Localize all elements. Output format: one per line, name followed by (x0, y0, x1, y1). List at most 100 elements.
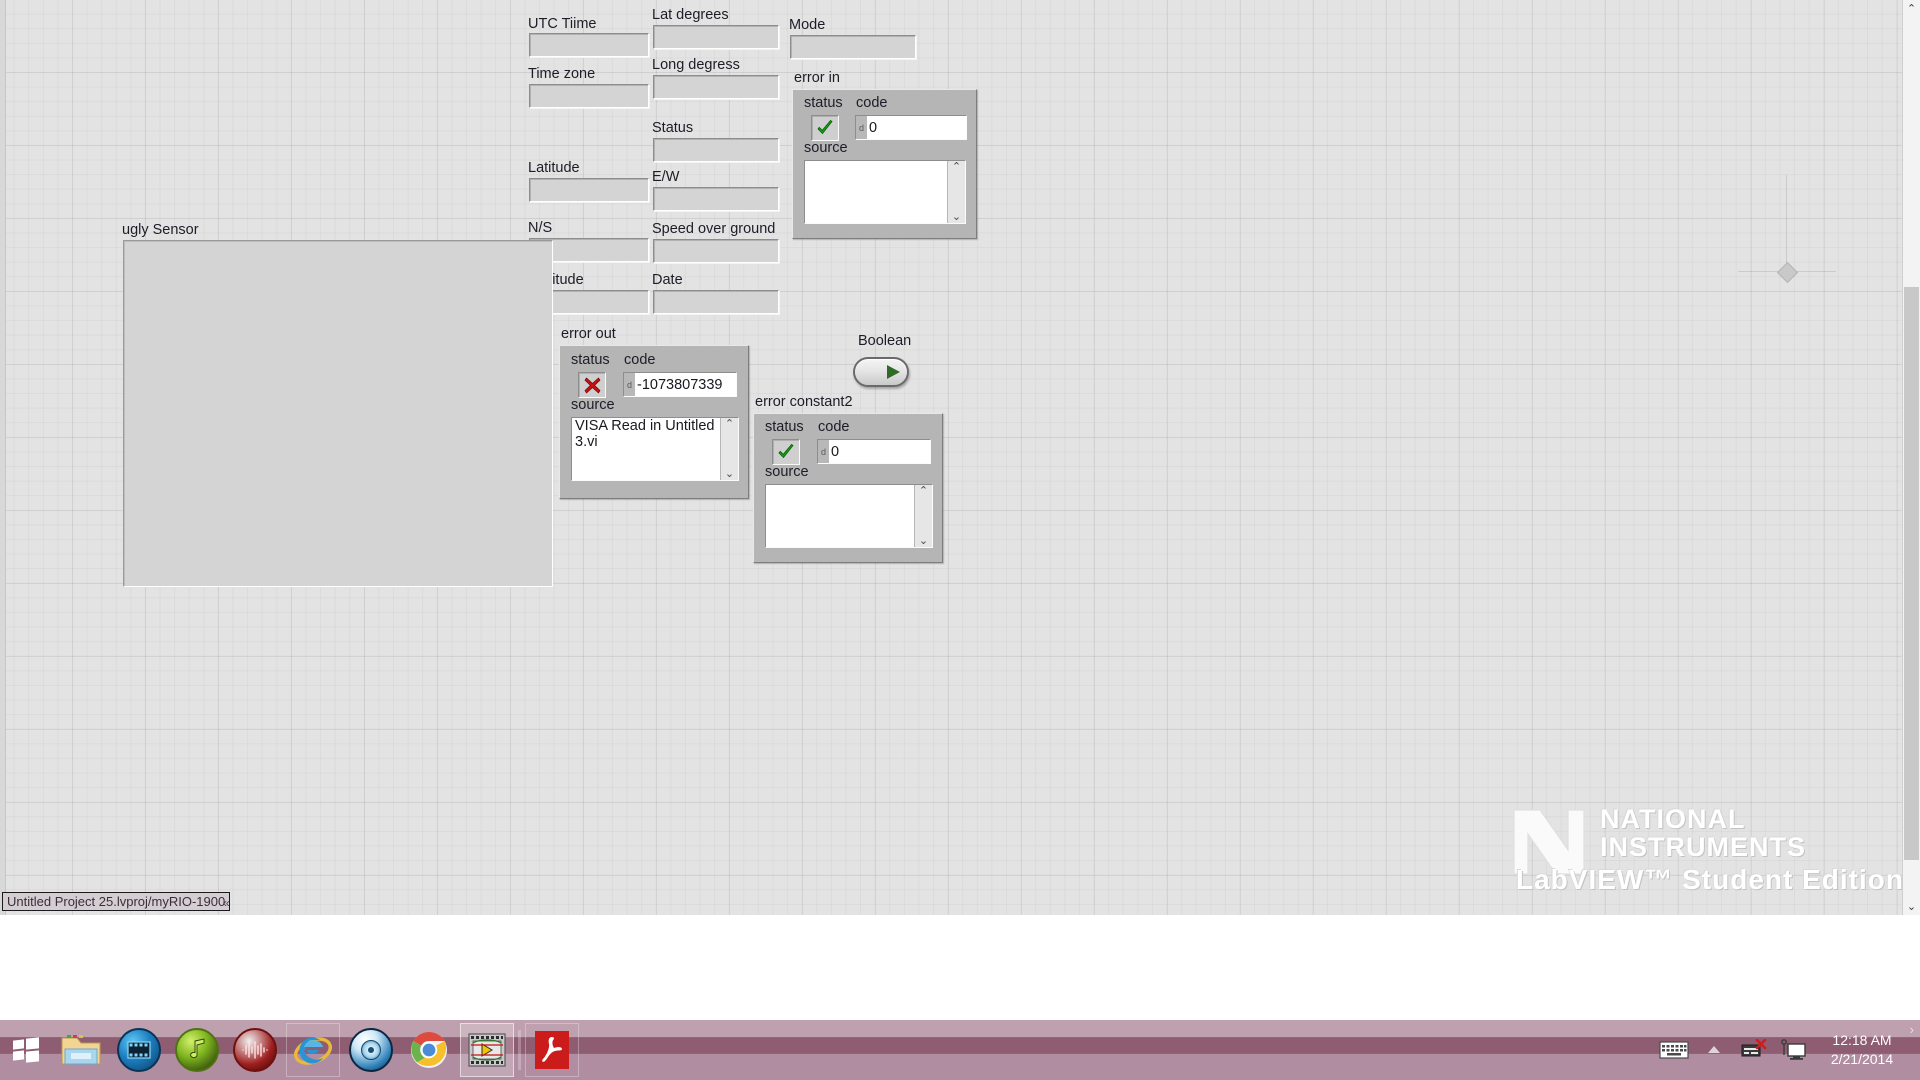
error-in-title: error in (794, 70, 840, 86)
taskbar-item-audio-editor[interactable] (228, 1023, 282, 1077)
error-constant2-source-field[interactable]: ⌃ ⌄ (765, 484, 933, 548)
acrobat-icon (535, 1031, 569, 1069)
label-utc-time: UTC Tiime (528, 16, 597, 32)
red-x-icon (584, 376, 600, 394)
label-long-degress: Long degress (652, 57, 740, 73)
labview-icon (468, 1033, 506, 1067)
labview-front-panel[interactable]: UTC Tiime Time zone Latitude N/S Logitud… (0, 0, 1920, 915)
label-ew: E/W (652, 169, 680, 185)
windows-logo-icon (13, 1037, 39, 1063)
error-constant2-cluster[interactable]: error constant2 status code d 0 source ⌃… (753, 394, 943, 563)
error-constant2-code-value: 0 (831, 443, 840, 460)
error-out-source-field[interactable]: VISA Read in Untitled 3.vi ⌃ ⌄ (571, 417, 739, 481)
taskbar-clock[interactable]: 12:18 AM 2/21/2014 (1814, 1031, 1914, 1069)
error-out-radix: d (624, 373, 635, 396)
error-out-source-label: source (571, 397, 615, 413)
error-in-source-scrollbar[interactable]: ⌃ ⌄ (947, 161, 965, 223)
taskbar-item-google-chrome[interactable] (402, 1023, 456, 1077)
error-in-source-label: source (804, 140, 848, 156)
system-tray[interactable]: › 12:18 AM 2/21/2014 (1654, 1020, 1920, 1080)
label-ugly-sensor: ugly Sensor (122, 222, 199, 238)
indicator-speed-over-ground[interactable] (653, 239, 779, 263)
error-in-status-label: status (804, 95, 843, 111)
error-in-radix: d (856, 116, 867, 139)
indicator-long-degress[interactable] (653, 75, 779, 99)
error-constant2-source-scrollbar[interactable]: ⌃ ⌄ (914, 485, 932, 547)
network-disconnected-icon[interactable] (1739, 1035, 1769, 1065)
indicator-latitude[interactable] (529, 178, 649, 202)
indicator-date[interactable] (653, 290, 779, 314)
label-status: Status (652, 120, 694, 136)
error-out-title: error out (561, 326, 616, 342)
error-out-source-value: VISA Read in Untitled 3.vi (575, 418, 715, 450)
boolean-switch[interactable] (853, 357, 909, 387)
indicator-ugly-sensor[interactable] (123, 240, 553, 587)
clock-time: 12:18 AM (1832, 1032, 1892, 1048)
error-in-cluster[interactable]: error in status code d 0 source ⌃ ⌄ (792, 70, 977, 239)
indicator-utc-time[interactable] (529, 33, 649, 57)
music-note-icon (175, 1028, 219, 1072)
panel-vertical-scrollbar[interactable]: ⌃ ⌄ (1902, 0, 1920, 915)
error-constant2-status-indicator[interactable] (772, 439, 800, 465)
label-ns: N/S (528, 220, 553, 236)
scrollbar-thumb[interactable] (1904, 287, 1919, 860)
error-out-status-indicator[interactable] (578, 372, 606, 398)
error-out-code-value: -1073807339 (637, 376, 723, 393)
taskbar-item-adobe-acrobat[interactable] (525, 1023, 579, 1077)
touch-keyboard-icon[interactable] (1659, 1035, 1689, 1065)
taskbar-item-music-player[interactable] (170, 1023, 224, 1077)
taskbar-item-media-player[interactable] (112, 1023, 166, 1077)
error-out-code-label: code (624, 352, 656, 368)
start-button[interactable] (0, 1020, 52, 1080)
status-bar-resize-grip[interactable]: « (223, 894, 230, 911)
film-reel-icon (117, 1028, 161, 1072)
error-constant2-code-label: code (818, 419, 850, 435)
scroll-down-icon[interactable]: ⌄ (952, 212, 961, 223)
error-out-status-label: status (571, 352, 610, 368)
scrollbar-up-arrow[interactable]: ⌃ (1903, 0, 1920, 17)
chrome-icon (411, 1032, 447, 1068)
error-constant2-source-value (766, 485, 914, 547)
label-speed-over-ground: Speed over ground (652, 221, 776, 237)
taskbar-item-internet-explorer[interactable] (286, 1023, 340, 1077)
error-in-status-indicator[interactable] (811, 115, 839, 141)
green-check-icon (778, 443, 794, 458)
project-status-bar[interactable]: Untitled Project 25.lvproj/myRIO-1900 (2, 892, 231, 911)
scroll-up-icon[interactable]: ⌃ (952, 162, 961, 173)
watermark-line1: NATIONAL (1600, 804, 1746, 834)
taskbar-items[interactable] (52, 1020, 581, 1080)
taskbar-item-file-explorer[interactable] (54, 1023, 108, 1077)
label-mode: Mode (789, 17, 826, 33)
scroll-down-icon[interactable]: ⌄ (725, 469, 734, 480)
watermark-line3: LabVIEW™ Student Edition (1516, 864, 1904, 895)
indicator-lat-degrees[interactable] (653, 25, 779, 49)
scrollbar-down-arrow[interactable]: ⌄ (1903, 898, 1920, 915)
error-in-code-field[interactable]: d 0 (855, 115, 967, 140)
label-latitude: Latitude (528, 160, 580, 176)
panel-left-edge (0, 0, 6, 915)
indicator-status[interactable] (653, 138, 779, 162)
error-in-source-field[interactable]: ⌃ ⌄ (804, 160, 966, 224)
show-hidden-icons-chevron[interactable] (1699, 1035, 1729, 1065)
scroll-up-icon[interactable]: ⌃ (919, 486, 928, 497)
indicator-mode[interactable] (790, 35, 916, 59)
indicator-ew[interactable] (653, 187, 779, 211)
taskbar-item-disc-burner[interactable] (344, 1023, 398, 1077)
clock-date: 2/21/2014 (1830, 1051, 1894, 1067)
remote-display-icon[interactable] (1779, 1035, 1809, 1065)
taskbar-item-labview[interactable] (460, 1023, 514, 1077)
error-constant2-source-label: source (765, 464, 809, 480)
error-in-source-value (805, 161, 947, 223)
ie-icon (293, 1037, 333, 1065)
tray-expand-chevron[interactable]: › (1910, 1022, 1914, 1037)
indicator-time-zone[interactable] (529, 84, 649, 108)
windows-taskbar[interactable]: › 12:18 AM 2/21/2014 (0, 1020, 1920, 1080)
error-out-code-field[interactable]: d -1073807339 (623, 372, 737, 397)
error-constant2-code-field[interactable]: d 0 (817, 439, 931, 464)
scroll-up-icon[interactable]: ⌃ (725, 419, 734, 430)
error-out-source-scrollbar[interactable]: ⌃ ⌄ (720, 418, 738, 480)
error-constant2-status-label: status (765, 419, 804, 435)
error-out-cluster[interactable]: error out status code d -1073807339 sour… (559, 326, 749, 499)
error-in-code-label: code (856, 95, 888, 111)
scroll-down-icon[interactable]: ⌄ (919, 536, 928, 547)
